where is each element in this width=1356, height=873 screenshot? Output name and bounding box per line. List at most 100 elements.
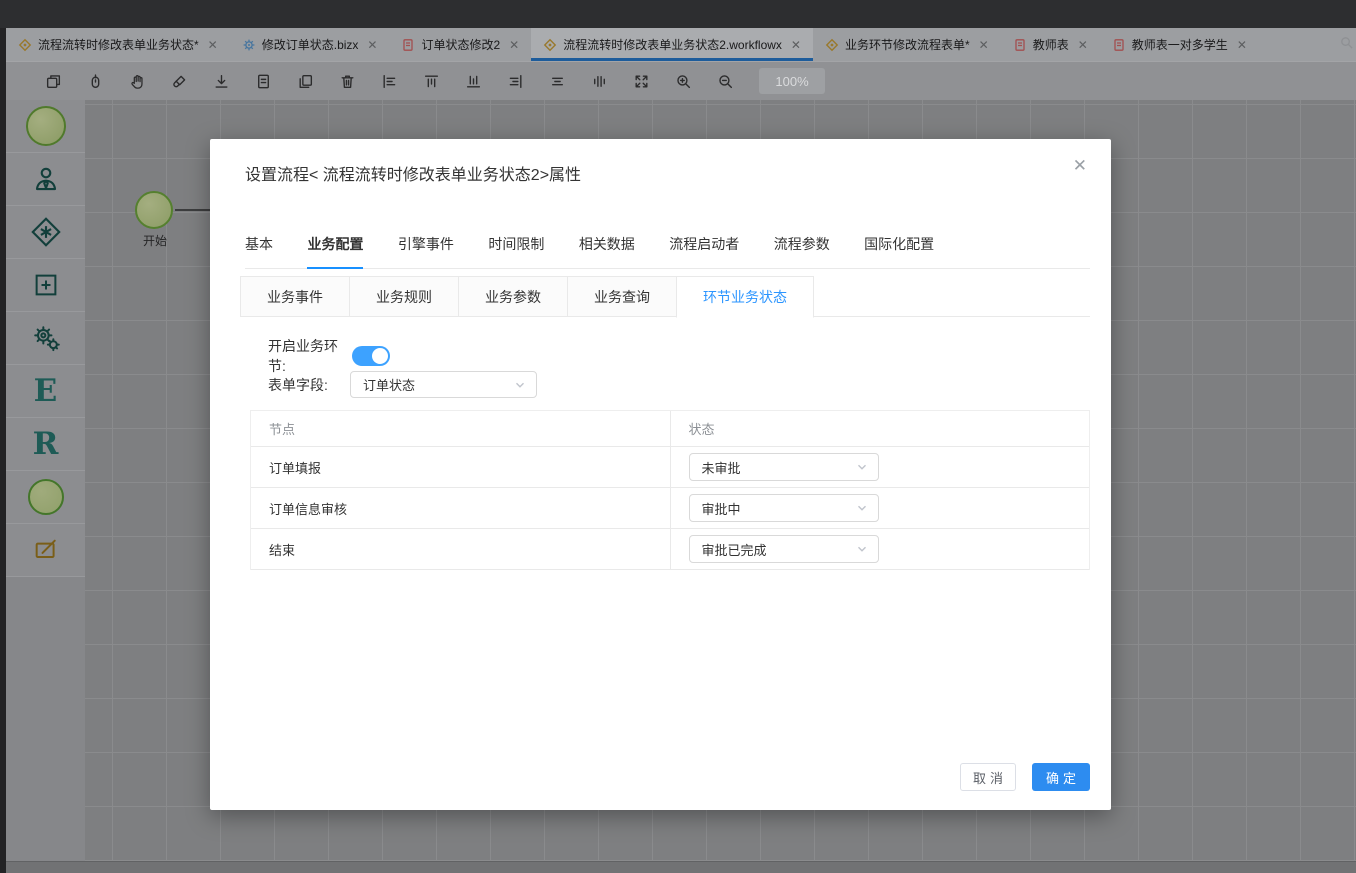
confirm-button[interactable]: 确定 bbox=[1032, 763, 1090, 791]
palette-subprocess[interactable] bbox=[6, 259, 85, 312]
node-name: 订单信息审核 bbox=[251, 488, 671, 528]
palette-entity-r[interactable]: R bbox=[6, 418, 85, 471]
business-config-subtabs: 业务事件 业务规则 业务参数 业务查询 环节业务状态 bbox=[240, 276, 1090, 317]
enable-business-node-toggle[interactable] bbox=[352, 346, 390, 366]
window-title-strip bbox=[0, 0, 1356, 28]
palette-end-node[interactable] bbox=[6, 471, 85, 524]
status-select-0[interactable]: 未审批 bbox=[689, 453, 879, 481]
align-left-icon[interactable] bbox=[381, 73, 398, 90]
chevron-down-icon bbox=[856, 543, 868, 555]
chevron-down-icon bbox=[856, 502, 868, 514]
doc-tab-3-active[interactable]: 流程流转时修改表单业务状态2.workflowx ✕ bbox=[531, 28, 813, 61]
tab-basic[interactable]: 基本 bbox=[245, 234, 273, 267]
status-select-1[interactable]: 审批中 bbox=[689, 494, 879, 522]
user-icon bbox=[31, 164, 61, 194]
palette-entity-e[interactable]: E bbox=[6, 365, 85, 418]
align-top-icon[interactable] bbox=[423, 73, 440, 90]
align-center-icon[interactable] bbox=[549, 73, 566, 90]
file-icon[interactable] bbox=[255, 73, 272, 90]
mouse-select-icon[interactable] bbox=[87, 73, 104, 90]
select-value: 审批中 bbox=[702, 499, 856, 518]
hand-pan-icon[interactable] bbox=[129, 73, 146, 90]
dialog-tab-bar: 基本 业务配置 引擎事件 时间限制 相关数据 流程启动者 流程参数 国际化配置 bbox=[245, 234, 1090, 269]
letter-r-icon: R bbox=[33, 429, 59, 460]
close-icon[interactable]: ✕ bbox=[509, 38, 519, 52]
fit-screen-icon[interactable] bbox=[633, 73, 650, 90]
form-field-select[interactable]: 订单状态 bbox=[350, 371, 537, 398]
subtab-business-query[interactable]: 业务查询 bbox=[567, 276, 676, 317]
palette-start-node[interactable] bbox=[6, 100, 85, 153]
doc-tab-6[interactable]: 教师表一对多学生 ✕ bbox=[1100, 28, 1259, 61]
align-right-icon[interactable] bbox=[507, 73, 524, 90]
subprocess-icon bbox=[31, 270, 61, 300]
palette-user-task[interactable] bbox=[6, 153, 85, 206]
cancel-button[interactable]: 取消 bbox=[960, 763, 1016, 791]
zoom-in-icon[interactable] bbox=[675, 73, 692, 90]
delete-icon[interactable] bbox=[339, 73, 356, 90]
close-icon[interactable]: ✕ bbox=[979, 38, 989, 52]
header-node: 节点 bbox=[251, 411, 671, 446]
doc-tab-0[interactable]: 流程流转时修改表单业务状态* ✕ bbox=[6, 28, 230, 61]
doc-tab-label: 订单状态修改2 bbox=[421, 36, 500, 53]
start-node-icon bbox=[26, 106, 66, 146]
status-select-2[interactable]: 审批已完成 bbox=[689, 535, 879, 563]
tab-process-params[interactable]: 流程参数 bbox=[774, 234, 830, 267]
doc-tab-2[interactable]: 订单状态修改2 ✕ bbox=[389, 28, 531, 61]
close-icon[interactable]: ✕ bbox=[791, 38, 801, 52]
dialog-title: 设置流程< 流程流转时修改表单业务状态2>属性 bbox=[245, 161, 581, 185]
editor-toolbar: 100% bbox=[6, 61, 1356, 100]
subtab-node-business-status[interactable]: 环节业务状态 bbox=[676, 276, 814, 318]
start-node-label: 开始 bbox=[129, 232, 181, 249]
doc-tab-label: 流程流转时修改表单业务状态* bbox=[38, 36, 199, 53]
palette-edit-note[interactable] bbox=[6, 524, 85, 577]
select-value: 未审批 bbox=[702, 458, 856, 477]
doc-tab-1[interactable]: 修改订单状态.bizx ✕ bbox=[230, 28, 390, 61]
doc-tab-4[interactable]: 业务环节修改流程表单* ✕ bbox=[813, 28, 1001, 61]
subtab-business-events[interactable]: 业务事件 bbox=[240, 276, 349, 317]
horizontal-scrollbar[interactable] bbox=[6, 861, 1356, 873]
field-label: 表单字段: bbox=[268, 375, 350, 395]
subtab-business-params[interactable]: 业务参数 bbox=[458, 276, 567, 317]
doc-tab-label: 修改订单状态.bizx bbox=[262, 36, 359, 53]
download-icon[interactable] bbox=[213, 73, 230, 90]
table-row: 订单信息审核 审批中 bbox=[251, 488, 1089, 529]
table-row: 订单填报 未审批 bbox=[251, 447, 1089, 488]
header-status: 状态 bbox=[671, 411, 1090, 446]
close-icon[interactable]: ✕ bbox=[1237, 38, 1247, 52]
zoom-out-icon[interactable] bbox=[717, 73, 734, 90]
tab-process-initiator[interactable]: 流程启动者 bbox=[669, 234, 739, 267]
distribute-vertical-icon[interactable] bbox=[591, 73, 608, 90]
form-field-row: 表单字段: 订单状态 bbox=[268, 371, 537, 398]
gear-icon bbox=[242, 38, 256, 52]
node-status-table: 节点 状态 订单填报 未审批 订单信息审核 审批中 结束 bbox=[250, 410, 1090, 570]
edit-icon bbox=[32, 536, 60, 564]
dialog-close-icon[interactable]: ✕ bbox=[1073, 157, 1087, 174]
canvas-start-node[interactable] bbox=[135, 191, 173, 229]
close-icon[interactable]: ✕ bbox=[208, 38, 218, 52]
tab-time-limit[interactable]: 时间限制 bbox=[488, 234, 544, 267]
palette-gateway[interactable] bbox=[6, 206, 85, 259]
close-icon[interactable]: ✕ bbox=[1078, 38, 1088, 52]
workflow-icon bbox=[18, 38, 32, 52]
tab-related-data[interactable]: 相关数据 bbox=[579, 234, 635, 267]
form-icon bbox=[1013, 38, 1027, 52]
workflow-icon bbox=[825, 38, 839, 52]
tab-engine-events[interactable]: 引擎事件 bbox=[398, 234, 454, 267]
align-bottom-icon[interactable] bbox=[465, 73, 482, 90]
subtab-business-rules[interactable]: 业务规则 bbox=[349, 276, 458, 317]
form-icon bbox=[1112, 38, 1126, 52]
doc-tab-5[interactable]: 教师表 ✕ bbox=[1001, 28, 1100, 61]
doc-tab-label: 业务环节修改流程表单* bbox=[845, 36, 970, 53]
zoom-level[interactable]: 100% bbox=[759, 68, 825, 94]
tab-i18n-config[interactable]: 国际化配置 bbox=[864, 234, 934, 267]
copy-icon[interactable] bbox=[45, 73, 62, 90]
palette-auto-task[interactable] bbox=[6, 312, 85, 365]
search-icon[interactable] bbox=[1339, 35, 1354, 55]
select-value: 订单状态 bbox=[363, 375, 514, 394]
node-name: 结束 bbox=[251, 529, 671, 569]
close-icon[interactable]: ✕ bbox=[367, 38, 377, 52]
format-brush-icon[interactable] bbox=[171, 73, 188, 90]
tab-business-config[interactable]: 业务配置 bbox=[307, 234, 363, 269]
file-copy-icon[interactable] bbox=[297, 73, 314, 90]
process-properties-dialog: 设置流程< 流程流转时修改表单业务状态2>属性 ✕ 基本 业务配置 引擎事件 时… bbox=[210, 139, 1111, 810]
